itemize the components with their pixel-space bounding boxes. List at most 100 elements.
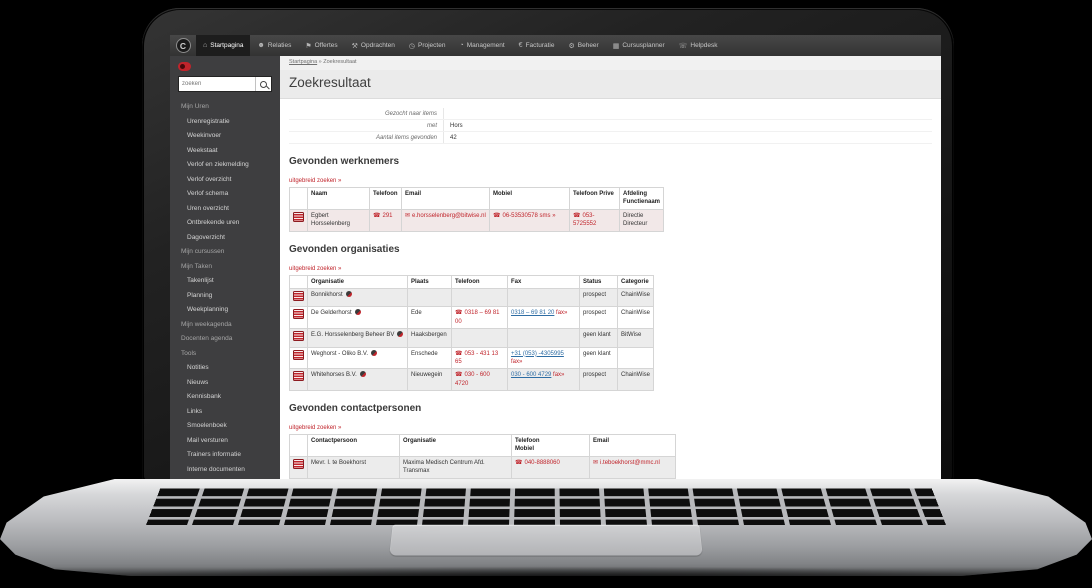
fax-link[interactable]: fax» [554, 310, 567, 316]
section-title: Gevonden werknemers [289, 156, 932, 167]
sidebar-item-weekstaat[interactable]: Weekstaat [170, 144, 280, 159]
sidebar-item-weekplanning[interactable]: Weekplanning [170, 303, 280, 318]
sidebar-item-uren-overzicht[interactable]: Uren overzicht [170, 202, 280, 217]
sidebar-item-mijn-uren[interactable]: Mijn Uren [170, 100, 280, 115]
sidebar-item-mijn-cursussen[interactable]: Mijn cursussen [170, 245, 280, 260]
menu-toggle-icon[interactable] [178, 62, 191, 71]
nav-item-startpagina[interactable]: ⌂Startpagina [196, 35, 250, 56]
section-title: Gevonden organisaties [289, 244, 932, 255]
list-icon[interactable] [293, 371, 304, 381]
column-header: Email [402, 188, 490, 210]
org-name: Whitehorses B.V. [311, 372, 357, 378]
sidebar-item-mail-versturen[interactable]: Mail versturen [170, 434, 280, 449]
breadcrumb-current: Zoekresultaat [323, 59, 356, 65]
table-header-row: ContactpersoonOrganisatieTelefoon Mobiel… [290, 435, 676, 457]
map-route-icon[interactable] [371, 350, 377, 356]
sidebar-item-trainers-informatie[interactable]: Trainers informatie [170, 448, 280, 463]
sidebar-item-notities[interactable]: Notities [170, 361, 280, 376]
cell-text: prospect [583, 292, 606, 298]
phone-link[interactable]: 06-53530578 [502, 213, 537, 219]
map-route-icon[interactable] [360, 371, 366, 377]
sidebar-item-dagoverzicht[interactable]: Dagoverzicht [170, 231, 280, 246]
org-name: E.G. Horsselenberg Beheer BV [311, 332, 394, 338]
summary-label: Gezocht naar items [289, 108, 444, 119]
search-icon [260, 81, 267, 88]
sms-link[interactable]: sms » [538, 213, 556, 219]
sidebar-item-verlof-overzicht[interactable]: Verlof overzicht [170, 173, 280, 188]
column-header [290, 435, 308, 457]
cell-text: prospect [583, 372, 606, 378]
summary-value [444, 108, 450, 119]
cell-text: Mevr. I. te Boekhorst [311, 460, 366, 466]
list-icon[interactable] [293, 331, 304, 341]
sidebar-item-urenregistratie[interactable]: Urenregistratie [170, 115, 280, 130]
nav-item-opdrachten[interactable]: ⚒Opdrachten [345, 35, 402, 56]
nav-item-cursusplanner[interactable]: ▦Cursusplanner [606, 35, 672, 56]
sidebar-item-tools[interactable]: Tools [170, 347, 280, 362]
column-header: Telefoon Mobiel [512, 435, 590, 457]
fax-number-link[interactable]: +31 (053) -4305995 [511, 351, 564, 357]
sidebar-item-verlof-en-ziekmelding[interactable]: Verlof en ziekmelding [170, 158, 280, 173]
column-header: Organisatie [400, 435, 512, 457]
list-icon[interactable] [293, 459, 304, 469]
sidebar-item-kennisbank[interactable]: Kennisbank [170, 390, 280, 405]
relaties-people-icon: ☻ [257, 42, 264, 49]
uitgebreid-zoeken-link[interactable]: uitgebreid zoeken » [289, 178, 341, 184]
fax-link[interactable]: fax» [551, 372, 564, 378]
sidebar-item-ontbrekende-uren[interactable]: Ontbrekende uren [170, 216, 280, 231]
nav-item-management[interactable]: ◔Management [452, 35, 511, 56]
email-link[interactable]: e.horsselenberg@bitwise.nl [412, 213, 486, 219]
nav-item-label: Relaties [268, 42, 291, 49]
nav-item-relaties[interactable]: ☻ Relaties [250, 35, 298, 56]
uitgebreid-zoeken-link[interactable]: uitgebreid zoeken » [289, 266, 341, 272]
nav-item-label: Offertes [315, 42, 338, 49]
phone-link[interactable]: 040-8888060 [524, 460, 559, 466]
sidebar-menu: Mijn UrenUrenregistratieWeekinvoerWeekst… [170, 100, 280, 482]
phone-link[interactable]: 291 [382, 213, 392, 219]
nav-item-helpdesk[interactable]: ☏Helpdesk [672, 35, 725, 56]
sidebar-item-verlof-schema[interactable]: Verlof schema [170, 187, 280, 202]
column-header: Categorie [618, 275, 654, 288]
sidebar-item-mijn-weekagenda[interactable]: Mijn weekagenda [170, 318, 280, 333]
column-header: Afdeling Functienaam [620, 188, 664, 210]
search-input[interactable] [179, 77, 255, 91]
table-header-row: OrganisatiePlaatsTelefoonFaxStatusCatego… [290, 275, 654, 288]
logo-letter: C [176, 38, 191, 53]
sidebar-item-docenten-agenda[interactable]: Docenten agenda [170, 332, 280, 347]
list-icon[interactable] [293, 212, 304, 222]
list-icon[interactable] [293, 350, 304, 360]
fax-link[interactable]: fax» [511, 359, 522, 365]
nav-item-offertes[interactable]: ⚑Offertes [298, 35, 344, 56]
map-route-icon[interactable] [346, 291, 352, 297]
fax-number-link[interactable]: 0318 – 69 81 20 [511, 310, 554, 316]
sidebar-item-weekinvoer[interactable]: Weekinvoer [170, 129, 280, 144]
search-button[interactable] [255, 77, 271, 91]
list-icon[interactable] [293, 291, 304, 301]
sidebar-item-planning[interactable]: Planning [170, 289, 280, 304]
org-name: Bonnikhorst [311, 292, 343, 298]
sidebar-item-smoelenboek[interactable]: Smoelenboek [170, 419, 280, 434]
summary-value: Hors [444, 120, 463, 131]
sidebar-item-links[interactable]: Links [170, 405, 280, 420]
fax-number-link[interactable]: 030 - 600 4729 [511, 372, 551, 378]
map-route-icon[interactable] [355, 309, 361, 315]
table-row: De GelderhorstEde☎0318 – 69 81 000318 – … [290, 307, 654, 329]
sidebar-item-nieuws[interactable]: Nieuws [170, 376, 280, 391]
sidebar-item-takenlijst[interactable]: Takenlijst [170, 274, 280, 289]
sidebar-item-interne-documenten[interactable]: Interne documenten [170, 463, 280, 478]
uitgebreid-zoeken-link[interactable]: uitgebreid zoeken » [289, 425, 341, 431]
section-title: Gevonden contactpersonen [289, 403, 932, 414]
breadcrumb-home-link[interactable]: Startpagina [289, 59, 317, 65]
nav-item-facturatie[interactable]: €Facturatie [512, 35, 562, 56]
column-header: Email [590, 435, 676, 457]
sidebar-item-mijn-taken[interactable]: Mijn Taken [170, 260, 280, 275]
map-route-icon[interactable] [397, 331, 403, 337]
nav-item-beheer[interactable]: ⚙Beheer [561, 35, 605, 56]
app-window: C ⌂Startpagina ☻ Relaties ⚑Offertes⚒Opdrach… [170, 35, 941, 482]
table-row: E.G. Horsselenberg Beheer BVHaaksbergeng… [290, 329, 654, 347]
chainwise-logo-icon[interactable]: C [170, 35, 196, 56]
list-icon[interactable] [293, 309, 304, 319]
opdrachten-briefcase-icon: ⚒ [352, 42, 358, 50]
nav-item-projecten[interactable]: ◷Projecten [402, 35, 453, 56]
email-link[interactable]: i.teboekhorst@mmc.nl [600, 460, 660, 466]
